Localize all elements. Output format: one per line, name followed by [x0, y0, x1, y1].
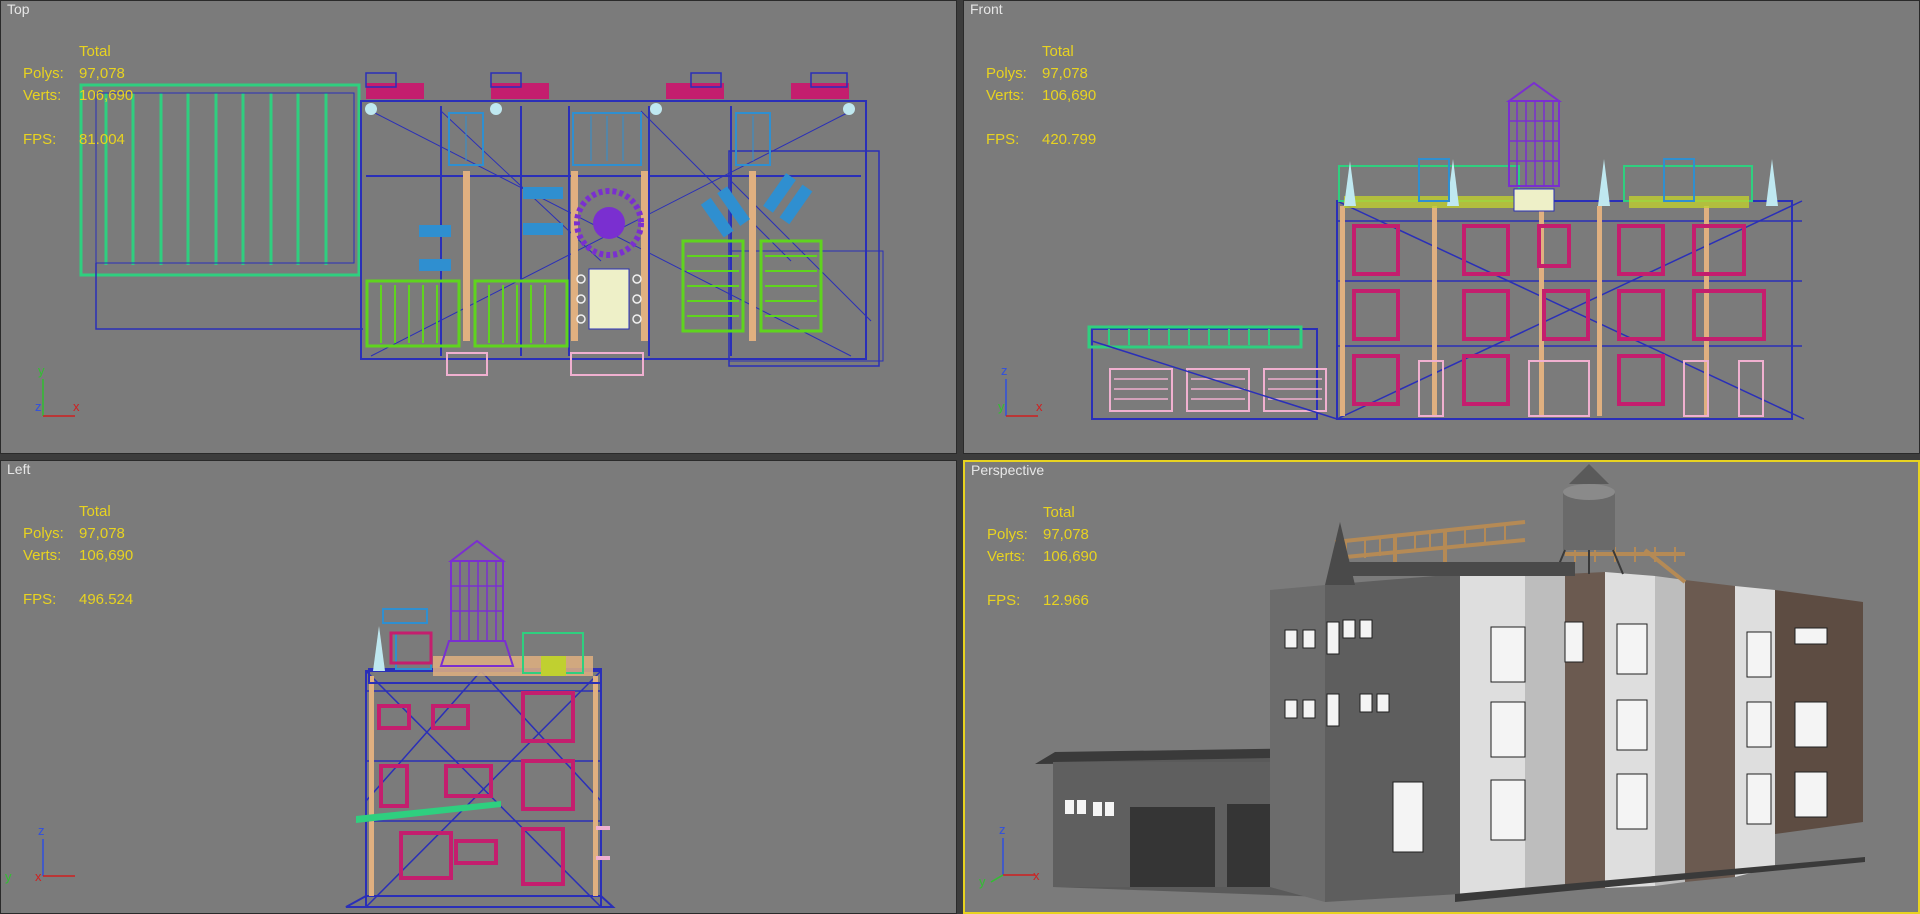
polys-value: 97,078: [1043, 526, 1089, 543]
stats-header: Total: [79, 503, 111, 520]
polys-value: 97,078: [1042, 65, 1088, 82]
polys-label: Polys:: [23, 65, 64, 82]
front-view-wireframe: z x y: [998, 81, 1805, 420]
verts-label: Verts:: [23, 547, 62, 564]
polys-value: 97,078: [79, 65, 125, 82]
front-axis-o: y: [998, 399, 1005, 414]
verts-label: Verts:: [23, 87, 62, 104]
persp-axis-h: x: [1033, 868, 1040, 883]
verts-value: 106,690: [79, 547, 134, 564]
viewport-front[interactable]: z x y Front Total Polys: 97,078 Verts: 106…: [963, 0, 1920, 454]
viewport-label-left[interactable]: Left: [7, 461, 30, 477]
polys-label: Polys:: [23, 525, 64, 542]
fps-value: 420.799: [1042, 131, 1097, 148]
stats-header: Total: [1043, 504, 1075, 521]
top-axis-o: z: [35, 399, 42, 414]
front-axis-v: z: [1001, 363, 1008, 378]
front-axis-h: x: [1036, 399, 1043, 414]
viewport-top[interactable]: y x z Top Total Polys: 97,078 Verts: 106,6…: [0, 0, 957, 454]
stats-header: Total: [1042, 43, 1074, 60]
left-view-wireframe: z x y: [5, 539, 616, 908]
stats-overlay-left: Total Polys: 97,078 Verts: 106,690 FPS: 496…: [23, 501, 133, 611]
verts-value: 106,690: [1043, 548, 1098, 565]
fps-label: FPS:: [23, 591, 57, 608]
top-view-wireframe: y x z: [35, 72, 884, 417]
fps-value: 496.524: [79, 591, 134, 608]
stats-overlay-front: Total Polys: 97,078 Verts: 106,690 FPS: 420…: [986, 41, 1096, 151]
viewport-perspective[interactable]: z x y Perspective Total Polys: 97,078 Ver…: [963, 460, 1920, 914]
viewport-label-front[interactable]: Front: [970, 1, 1003, 17]
polys-label: Polys:: [987, 526, 1028, 543]
stats-overlay-top: Total Polys: 97,078 Verts: 106,690 FPS: 81.…: [23, 41, 133, 151]
viewport-label-perspective[interactable]: Perspective: [971, 462, 1044, 478]
top-axis-v: y: [38, 363, 45, 378]
polys-value: 97,078: [79, 525, 125, 542]
front-axis-gizmo: z x y: [998, 363, 1043, 417]
fps-label: FPS:: [23, 131, 57, 148]
fps-value: 81.004: [79, 131, 125, 148]
left-axis-gizmo: z x y: [5, 823, 75, 884]
left-axis-v: z: [38, 823, 45, 838]
verts-label: Verts:: [986, 87, 1025, 104]
viewport-grid: y x z Top Total Polys: 97,078 Verts: 106,6…: [0, 0, 1920, 914]
viewport-label-top[interactable]: Top: [7, 1, 30, 17]
left-axis-h: x: [35, 869, 42, 884]
stats-header: Total: [79, 43, 111, 60]
stats-overlay-perspective: Total Polys: 97,078 Verts: 106,690 FPS: 12.…: [987, 502, 1097, 612]
verts-label: Verts:: [987, 548, 1026, 565]
fps-value: 12.966: [1043, 592, 1089, 609]
top-axis-h: x: [73, 399, 80, 414]
verts-value: 106,690: [79, 87, 134, 104]
persp-axis-v: z: [999, 822, 1006, 837]
persp-axis-gizmo: z x y: [979, 822, 1040, 889]
top-axis-gizmo: y x z: [35, 363, 80, 417]
fps-label: FPS:: [987, 592, 1021, 609]
viewport-left[interactable]: z x y Left Total Polys: 97,078 Verts: 106,…: [0, 460, 957, 914]
fps-label: FPS:: [986, 131, 1020, 148]
persp-axis-o: y: [979, 874, 986, 889]
perspective-render: z x y: [979, 464, 1865, 902]
left-axis-o: y: [5, 869, 12, 884]
polys-label: Polys:: [986, 65, 1027, 82]
verts-value: 106,690: [1042, 87, 1097, 104]
